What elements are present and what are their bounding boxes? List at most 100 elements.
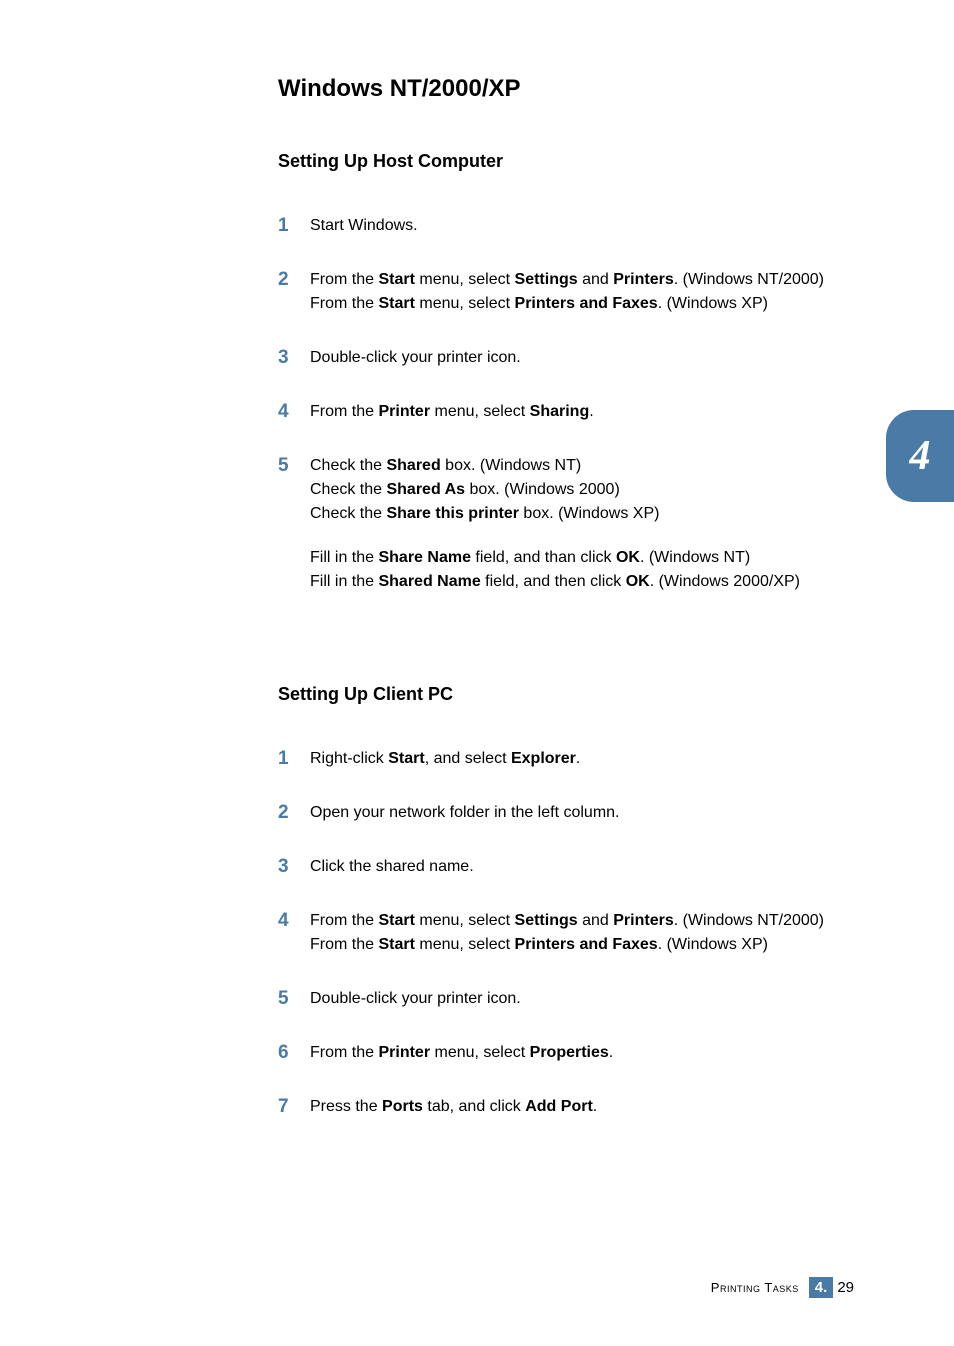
footer-chapter-box: 4. (809, 1277, 834, 1298)
text-run: menu, select (430, 1044, 530, 1061)
bold-text: Settings (515, 271, 578, 288)
text-run: box. (Windows NT) (441, 457, 581, 474)
bold-text: Sharing (530, 403, 590, 420)
list-item: 2 From the Start menu, select Settings a… (278, 268, 854, 316)
text-run: tab, and click (423, 1098, 525, 1115)
step-body: Click the shared name. (310, 855, 854, 879)
bold-text: Properties (530, 1044, 609, 1061)
step-number: 4 (278, 400, 310, 424)
text-run: and (578, 271, 614, 288)
text-run: menu, select (430, 403, 530, 420)
bold-text: Add Port (525, 1098, 593, 1115)
text-run: box. (Windows XP) (519, 505, 659, 522)
list-item: 1 Right-click Start, and select Explorer… (278, 747, 854, 771)
text-run: Fill in the (310, 549, 378, 566)
bold-text: Start (388, 750, 424, 767)
step-number: 6 (278, 1041, 310, 1065)
list-item: 4 From the Printer menu, select Sharing. (278, 400, 854, 424)
step-number: 5 (278, 454, 310, 478)
text-run: . (Windows NT/2000) (674, 912, 824, 929)
step-body: Open your network folder in the left col… (310, 801, 854, 825)
text-run: Check the (310, 457, 386, 474)
list-item: 6 From the Printer menu, select Properti… (278, 1041, 854, 1065)
chapter-side-tab: 4 (886, 410, 954, 502)
bold-text: Printers and Faxes (515, 936, 658, 953)
text-run: Check the (310, 505, 386, 522)
step-number: 2 (278, 801, 310, 825)
bold-text: Shared (386, 457, 440, 474)
host-heading: Setting Up Host Computer (278, 151, 854, 172)
text-run: . (Windows NT) (640, 549, 750, 566)
list-item: 3 Click the shared name. (278, 855, 854, 879)
text-run: . (576, 750, 580, 767)
step-body: Double-click your printer icon. (310, 346, 854, 370)
bold-text: OK (626, 573, 650, 590)
text-run: , and select (425, 750, 511, 767)
bold-text: Ports (382, 1098, 423, 1115)
text-run: Right-click (310, 750, 388, 767)
chapter-number: 4 (910, 432, 931, 480)
text-run: menu, select (415, 912, 515, 929)
text-run: and (578, 912, 614, 929)
step-text: Double-click your printer icon. (310, 349, 521, 366)
text-run: From the (310, 295, 378, 312)
step-body: From the Printer menu, select Properties… (310, 1041, 854, 1065)
text-run: . (Windows NT/2000) (674, 271, 824, 288)
step-body: Double-click your printer icon. (310, 987, 854, 1011)
step-text: Start Windows. (310, 217, 418, 234)
list-item: 2 Open your network folder in the left c… (278, 801, 854, 825)
list-item: 5 Check the Shared box. (Windows NT)Chec… (278, 454, 854, 594)
bold-text: Start (378, 912, 414, 929)
list-item: 4 From the Start menu, select Settings a… (278, 909, 854, 957)
text-run: field, and than click (471, 549, 616, 566)
bold-text: Start (378, 271, 414, 288)
text-run: From the (310, 912, 378, 929)
text-run: Press the (310, 1098, 382, 1115)
bold-text: OK (616, 549, 640, 566)
text-run: field, and then click (481, 573, 626, 590)
text-run: From the (310, 936, 378, 953)
text-run: From the (310, 271, 378, 288)
text-run: . (593, 1098, 597, 1115)
step-body: From the Start menu, select Settings and… (310, 268, 854, 316)
bold-text: Printers and Faxes (515, 295, 658, 312)
text-run: . (589, 403, 593, 420)
text-run: box. (Windows 2000) (465, 481, 620, 498)
step-text: Double-click your printer icon. (310, 990, 521, 1007)
list-item: 1 Start Windows. (278, 214, 854, 238)
step-number: 7 (278, 1095, 310, 1119)
step-number: 3 (278, 855, 310, 879)
bold-text: Share this printer (386, 505, 518, 522)
step-number: 4 (278, 909, 310, 933)
bold-text: Shared As (386, 481, 465, 498)
bold-text: Share Name (378, 549, 471, 566)
bold-text: Shared Name (378, 573, 480, 590)
client-heading: Setting Up Client PC (278, 684, 854, 705)
bold-text: Start (378, 936, 414, 953)
text-run: . (Windows 2000/XP) (650, 573, 800, 590)
footer-section-title: Printing Tasks (711, 1280, 799, 1295)
client-step-list: 1 Right-click Start, and select Explorer… (278, 747, 854, 1119)
page-content: Windows NT/2000/XP Setting Up Host Compu… (0, 0, 954, 1119)
host-step-list: 1 Start Windows. 2 From the Start menu, … (278, 214, 854, 594)
step-text: Open your network folder in the left col… (310, 804, 620, 821)
text-run: menu, select (415, 936, 515, 953)
bold-text: Settings (515, 912, 578, 929)
bold-text: Printer (378, 403, 430, 420)
step-body: Press the Ports tab, and click Add Port. (310, 1095, 854, 1119)
text-run: menu, select (415, 271, 515, 288)
step-number: 1 (278, 747, 310, 771)
list-item: 3 Double-click your printer icon. (278, 346, 854, 370)
step-body: Check the Shared box. (Windows NT) Check … (310, 454, 854, 594)
step-number: 3 (278, 346, 310, 370)
text-run: From the (310, 403, 378, 420)
footer-page-number: 29 (837, 1279, 854, 1296)
text-run: Fill in the (310, 573, 378, 590)
bold-text: Printers (613, 271, 673, 288)
bold-text: Start (378, 295, 414, 312)
text-run: . (Windows XP) (658, 936, 768, 953)
text-run: From the (310, 1044, 378, 1061)
step-text: Click the shared name. (310, 858, 474, 875)
list-item: 5 Double-click your printer icon. (278, 987, 854, 1011)
step-body: Right-click Start, and select Explorer. (310, 747, 854, 771)
